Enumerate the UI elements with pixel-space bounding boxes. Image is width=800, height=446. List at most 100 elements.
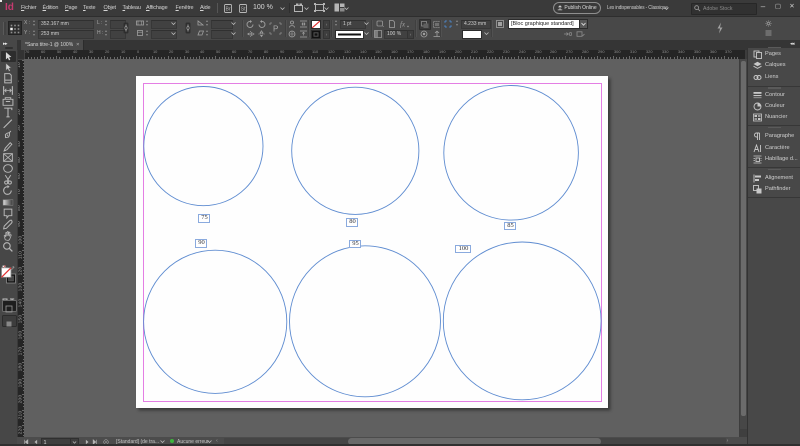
shear-field[interactable] (211, 29, 233, 39)
stepper[interactable] (104, 19, 109, 27)
object-center-button[interactable] (419, 30, 429, 38)
stepper[interactable] (32, 29, 37, 37)
stroke-style-chevron[interactable] (364, 32, 369, 35)
selection-tool[interactable] (1, 51, 16, 62)
select-container-button[interactable] (288, 20, 296, 28)
gear-icon[interactable] (765, 19, 772, 27)
menu-aide[interactable]: Aide (200, 5, 211, 11)
direct-selection-tool[interactable] (2, 62, 14, 73)
panel-menu-icon[interactable] (765, 30, 772, 36)
maximize-button[interactable]: ▢ (771, 0, 785, 13)
quick-apply-icon[interactable] (716, 22, 724, 34)
stepper[interactable] (104, 29, 109, 37)
bridge-icon[interactable]: Br (223, 3, 232, 13)
fill-stroke-swatches[interactable] (1, 266, 16, 288)
shear-dropdown[interactable] (231, 32, 236, 35)
opacity-options-button[interactable]: › (407, 29, 414, 39)
zoom-level-dropdown[interactable]: 100 % (253, 4, 273, 11)
y-position-field[interactable]: 253 mm (38, 29, 94, 39)
corner-shape-dropdown[interactable] (462, 29, 482, 39)
circle-label-85[interactable]: 85 (504, 221, 517, 230)
panel-group-grip[interactable] (768, 46, 781, 48)
stepper[interactable] (205, 29, 210, 37)
object-style-icon[interactable] (496, 19, 504, 28)
circle-frame-75[interactable] (143, 85, 264, 206)
panel-button-habillaged[interactable]: Habillage d... (748, 154, 800, 165)
rectangle-frame-tool[interactable] (2, 152, 14, 163)
corner-radius-field[interactable]: 4.233 mm (461, 19, 491, 29)
menu-texte[interactable]: Texte (83, 5, 96, 11)
circle-frame-80[interactable] (291, 86, 420, 215)
panel-grip[interactable] (2, 22, 4, 35)
page-tool[interactable] (2, 73, 14, 84)
fit-content-button[interactable] (299, 20, 308, 28)
corner-shape-chevron[interactable] (484, 32, 489, 35)
stroke-weight-field[interactable]: 1 pt (340, 19, 366, 29)
chevron-down-icon[interactable] (304, 7, 309, 10)
constrain-proportions-link-icon[interactable] (122, 22, 130, 34)
chevron-down-icon[interactable] (344, 7, 349, 10)
eyedropper-tool[interactable] (2, 219, 14, 230)
circle-label-75[interactable]: 75 (198, 214, 211, 223)
panel-group-grip[interactable] (768, 168, 781, 171)
stepper[interactable] (455, 19, 460, 27)
vertical-ruler[interactable]: 1001020304050607080901001101201301401501… (17, 58, 24, 437)
gradient-swatch-tool[interactable] (2, 197, 14, 208)
circle-frame-100[interactable] (442, 241, 602, 400)
chevron-down-icon[interactable] (664, 7, 669, 10)
pen-tool[interactable] (2, 129, 14, 140)
live-corner-icon[interactable] (444, 20, 452, 28)
chevron-down-icon[interactable] (324, 7, 329, 10)
panel-button-calques[interactable]: Calques (748, 60, 800, 71)
default-fill-stroke-icon[interactable] (2, 258, 15, 271)
break-link-style-icon[interactable] (576, 30, 585, 37)
close-button[interactable]: ✕ (785, 0, 799, 13)
circle-label-80[interactable]: 80 (346, 218, 359, 227)
transform-proxy-indicator[interactable]: P (269, 22, 282, 35)
chevron-down-icon[interactable] (280, 7, 285, 10)
menu-objet[interactable]: Objet (104, 5, 117, 11)
horizontal-ruler[interactable]: 70 60 50 40 30 20 10 0 10 20 30 40 50 60 70 80 90 100 110 1… (17, 50, 745, 59)
line-tool[interactable] (2, 118, 14, 129)
stroke-options-button[interactable]: › (323, 29, 330, 39)
x-position-field[interactable]: 352.167 mm (38, 19, 94, 29)
hand-tool[interactable] (2, 230, 14, 241)
menu-fichier[interactable]: Fichier (21, 5, 37, 11)
menu-affichage[interactable]: Affichage (146, 5, 168, 11)
workspace-switcher[interactable]: Les indispensables - Classique (607, 5, 668, 11)
panel-button-caractre[interactable]: Caractère (748, 143, 800, 154)
clear-overrides-icon[interactable] (563, 31, 572, 37)
menu-fentre[interactable]: Fenêtre (176, 5, 194, 11)
rotation-field[interactable] (211, 19, 233, 29)
scale-y-dropdown[interactable] (171, 32, 176, 35)
fill-swatch[interactable] (311, 19, 321, 29)
circle-frame-95[interactable] (288, 244, 441, 397)
circle-label-95[interactable]: 95 (349, 239, 362, 248)
stepper[interactable] (334, 19, 339, 27)
document-canvas[interactable]: 75 80 85 90 95 100 (24, 58, 739, 437)
stepper[interactable] (32, 19, 37, 27)
gap-tool[interactable] (2, 85, 14, 96)
stroke-swatch[interactable] (311, 29, 321, 39)
circle-frame-90[interactable] (142, 249, 288, 394)
content-collector-tool[interactable] (2, 96, 14, 107)
note-tool[interactable] (2, 208, 14, 219)
vertical-scrollbar-thumb[interactable] (741, 60, 746, 416)
panel-button-couleur[interactable]: Couleur (748, 101, 800, 112)
chevron-down-icon[interactable] (160, 440, 165, 443)
menu-page[interactable]: Page (65, 5, 77, 11)
normal-view-mode-button[interactable] (2, 300, 17, 313)
collapse-panels-icon[interactable]: ◂◂ (790, 41, 795, 47)
panel-group-grip[interactable] (768, 126, 781, 129)
stepper[interactable] (145, 19, 150, 27)
fill-options-button[interactable]: › (323, 19, 330, 29)
collapse-toolbar-icon[interactable]: ▸▸ (3, 41, 8, 47)
scale-x-dropdown[interactable] (171, 22, 176, 25)
publish-online-button[interactable]: Publish Online (553, 2, 601, 14)
pencil-tool[interactable] (2, 141, 14, 152)
stepper[interactable] (205, 19, 210, 27)
formatting-buttons[interactable] (2, 291, 15, 304)
scale-x-icon[interactable] (136, 20, 144, 26)
scissors-tool[interactable] (2, 174, 14, 185)
reference-point-proxy[interactable] (8, 21, 22, 35)
